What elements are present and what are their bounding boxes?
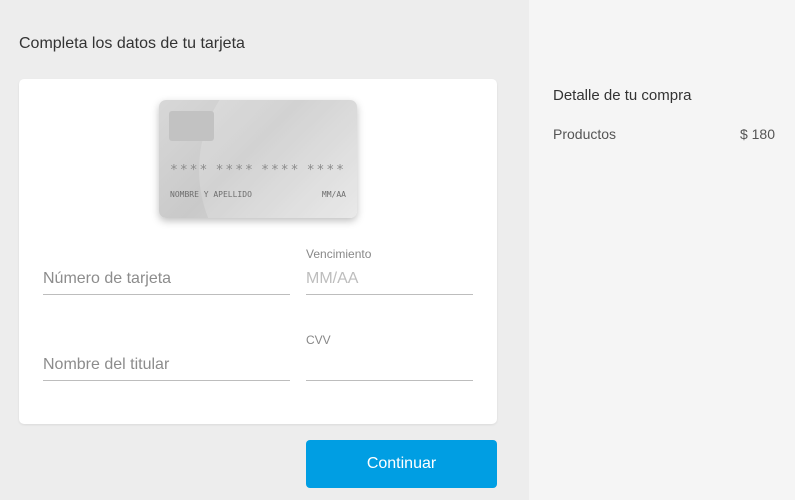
card-holder-preview: NOMBRE Y APELLIDO — [170, 190, 252, 199]
credit-card-preview: **** **** **** **** NOMBRE Y APELLIDO MM… — [159, 100, 357, 218]
card-form-panel: Completa los datos de tu tarjeta **** **… — [0, 0, 529, 500]
summary-row-products: Productos $ 180 — [553, 126, 775, 142]
card-number-preview: **** **** **** **** — [170, 163, 346, 178]
cvv-input[interactable] — [306, 356, 473, 381]
continue-button[interactable]: Continuar — [306, 440, 497, 488]
card-number-group: **** — [215, 163, 255, 178]
summary-row-label: Productos — [553, 126, 617, 142]
checkout-page: Completa los datos de tu tarjeta **** **… — [0, 0, 795, 500]
card-number-input[interactable] — [43, 270, 290, 295]
summary-row-amount: $ 180 — [739, 126, 775, 142]
purchase-summary-panel: Detalle de tu compra Productos $ 180 — [529, 0, 795, 500]
cvv-field-wrapper: CVV — [306, 325, 473, 381]
card-form: **** **** **** **** NOMBRE Y APELLIDO MM… — [19, 79, 497, 424]
expiry-label: Vencimiento — [306, 247, 372, 261]
summary-title: Detalle de tu compra — [553, 87, 692, 104]
chip-icon — [169, 111, 214, 141]
card-number-group: **** — [261, 163, 301, 178]
card-sheen — [199, 100, 357, 218]
cvv-label: CVV — [306, 333, 331, 347]
expiry-field-wrapper: Vencimiento — [306, 239, 473, 295]
card-number-group: **** — [170, 163, 210, 178]
expiry-input[interactable] — [306, 270, 473, 295]
card-number-group: **** — [306, 163, 346, 178]
form-title: Completa los datos de tu tarjeta — [19, 35, 245, 52]
holder-name-field-wrapper — [43, 325, 290, 381]
holder-name-input[interactable] — [43, 356, 290, 381]
card-number-field-wrapper — [43, 239, 290, 295]
card-expiry-preview: MM/AA — [321, 190, 346, 199]
